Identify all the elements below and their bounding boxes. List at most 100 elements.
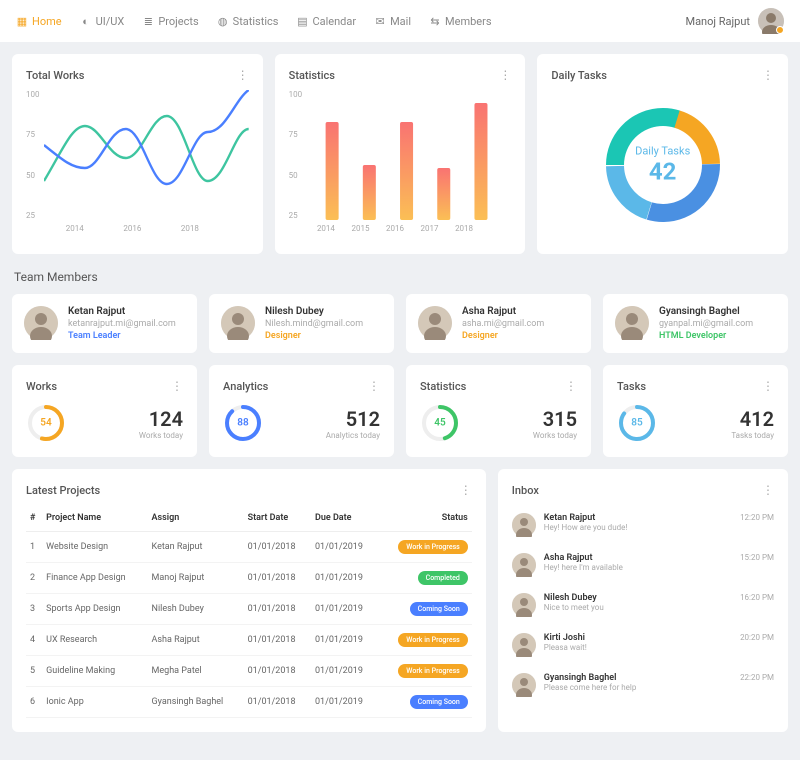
th-due: Due Date [311, 505, 378, 532]
inbox-item[interactable]: Kirti JoshiPleasa wait!20:20 PM [512, 625, 774, 665]
status-badge: Work in Progress [398, 540, 467, 554]
avatar [512, 553, 536, 577]
cell-index: 3 [26, 594, 42, 625]
member-card[interactable]: Gyansingh Baghelgyanpal.mi@gmail.comHTML… [603, 294, 788, 353]
avatar[interactable] [758, 8, 784, 34]
more-icon[interactable]: ⋮ [460, 483, 472, 497]
cell-due: 01/01/2019 [311, 656, 378, 687]
table-row[interactable]: 2Finance App DesignManoj Rajput01/01/201… [26, 563, 472, 594]
status-dot [776, 26, 784, 34]
nav-item-members[interactable]: ⇆Members [429, 15, 492, 28]
member-name: Gyansingh Baghel [659, 306, 753, 317]
table-row[interactable]: 5Guideline MakingMegha Patel01/01/201801… [26, 656, 472, 687]
user-area[interactable]: Manoj Rajput [685, 8, 784, 34]
member-card[interactable]: Ketan Rajputketanrajput.mi@gmail.comTeam… [12, 294, 197, 353]
table-row[interactable]: 4UX ResearchAsha Rajput01/01/201801/01/2… [26, 625, 472, 656]
inbox-message: Nice to meet you [544, 603, 774, 612]
nav-item-calendar[interactable]: ▤Calendar [296, 15, 356, 28]
member-card[interactable]: Nilesh DubeyNilesh.mind@gmail.comDesigne… [209, 294, 394, 353]
cell-start: 01/01/2018 [244, 687, 311, 718]
inbox-time: 15:20 PM [740, 553, 774, 562]
more-icon[interactable]: ⋮ [762, 483, 774, 497]
nav-label: Home [32, 15, 62, 28]
grid-icon: ▦ [16, 15, 28, 27]
stat-value: 315 [533, 407, 577, 431]
cell-assign: Nilesh Dubey [148, 594, 244, 625]
member-role: Designer [265, 331, 363, 341]
ring-value: 88 [237, 418, 248, 429]
card-title: Statistics [289, 69, 335, 82]
avatar [24, 306, 58, 340]
cell-name: UX Research [42, 625, 147, 656]
nav-label: UI/UX [96, 15, 125, 28]
member-role: HTML Developer [659, 331, 753, 341]
ring-value: 54 [40, 418, 51, 429]
cell-due: 01/01/2019 [311, 563, 378, 594]
cell-assign: Asha Rajput [148, 625, 244, 656]
more-icon[interactable]: ⋮ [762, 68, 774, 82]
statistics-card: Statistics ⋮ 100755025 20142015201620172… [275, 54, 526, 254]
top-nav: ▦ Home ◐UI/UX ≣Projects ◍Statistics ▤Calendar… [0, 0, 800, 42]
status-badge: Work in Progress [398, 664, 467, 678]
inbox-item[interactable]: Ketan RajputHey! How are you dude!12:20 … [512, 505, 774, 545]
donut-value: 42 [635, 158, 690, 186]
mail-icon: ✉ [374, 15, 386, 27]
status-badge: Completed [418, 571, 468, 585]
th-assign: Assign [148, 505, 244, 532]
table-row[interactable]: 6Ionic AppGyansingh Baghel01/01/201801/0… [26, 687, 472, 718]
cell-due: 01/01/2019 [311, 594, 378, 625]
th-index: # [26, 505, 42, 532]
member-email: asha.mi@gmail.com [462, 319, 544, 329]
ring-value: 85 [631, 418, 642, 429]
inbox-message: Hey! How are you dude! [544, 523, 774, 532]
cell-due: 01/01/2019 [311, 532, 378, 563]
nav-item-uiux[interactable]: ◐UI/UX [80, 15, 125, 28]
member-card[interactable]: Asha Rajputasha.mi@gmail.comDesigner [406, 294, 591, 353]
cell-assign: Ketan Rajput [148, 532, 244, 563]
list-icon: ≣ [142, 15, 154, 27]
inbox-item[interactable]: Nilesh DubeyNice to meet you16:20 PM [512, 585, 774, 625]
cell-start: 01/01/2018 [244, 625, 311, 656]
inbox-item[interactable]: Gyansingh BaghelPlease come here for hel… [512, 665, 774, 705]
table-row[interactable]: 3Sports App DesignNilesh Dubey01/01/2018… [26, 594, 472, 625]
nav-item-mail[interactable]: ✉Mail [374, 15, 411, 28]
stat-label: Works today [139, 431, 183, 440]
nav-item-projects[interactable]: ≣Projects [142, 15, 198, 28]
ring-value: 45 [434, 418, 445, 429]
progress-ring: 88 [223, 403, 263, 443]
stat-label: Works today [533, 431, 577, 440]
line-chart: 100755025 201420162018 [26, 90, 249, 240]
cell-index: 5 [26, 656, 42, 687]
more-icon[interactable]: ⋮ [171, 379, 183, 393]
card-title: Inbox [512, 484, 539, 497]
nav-item-home[interactable]: ▦ Home [16, 15, 62, 28]
inbox-time: 20:20 PM [740, 633, 774, 642]
member-name: Asha Rajput [462, 306, 544, 317]
th-name: Project Name [42, 505, 147, 532]
table-row[interactable]: 1Website DesignKetan Rajput01/01/201801/… [26, 532, 472, 563]
cell-start: 01/01/2018 [244, 594, 311, 625]
stat-value: 124 [139, 407, 183, 431]
member-email: Nilesh.mind@gmail.com [265, 319, 363, 329]
inbox-time: 12:20 PM [740, 513, 774, 522]
inbox-message: Please come here for help [544, 683, 774, 692]
cell-name: Guideline Making [42, 656, 147, 687]
inbox-message: Pleasa wait! [544, 643, 774, 652]
more-icon[interactable]: ⋮ [499, 68, 511, 82]
avatar [512, 673, 536, 697]
donut-title: Daily Tasks [635, 145, 690, 158]
member-email: ketanrajput.mi@gmail.com [68, 319, 176, 329]
user-name: Manoj Rajput [685, 15, 750, 28]
stat-label: Tasks today [731, 431, 774, 440]
nav-label: Members [445, 15, 492, 28]
inbox-item[interactable]: Asha RajputHey! here I'm available15:20 … [512, 545, 774, 585]
nav-label: Statistics [233, 15, 279, 28]
nav-item-statistics[interactable]: ◍Statistics [217, 15, 279, 28]
progress-ring: 54 [26, 403, 66, 443]
more-icon[interactable]: ⋮ [565, 379, 577, 393]
more-icon[interactable]: ⋮ [762, 379, 774, 393]
more-icon[interactable]: ⋮ [237, 68, 249, 82]
avatar [418, 306, 452, 340]
status-badge: Coming Soon [410, 695, 468, 709]
more-icon[interactable]: ⋮ [368, 379, 380, 393]
